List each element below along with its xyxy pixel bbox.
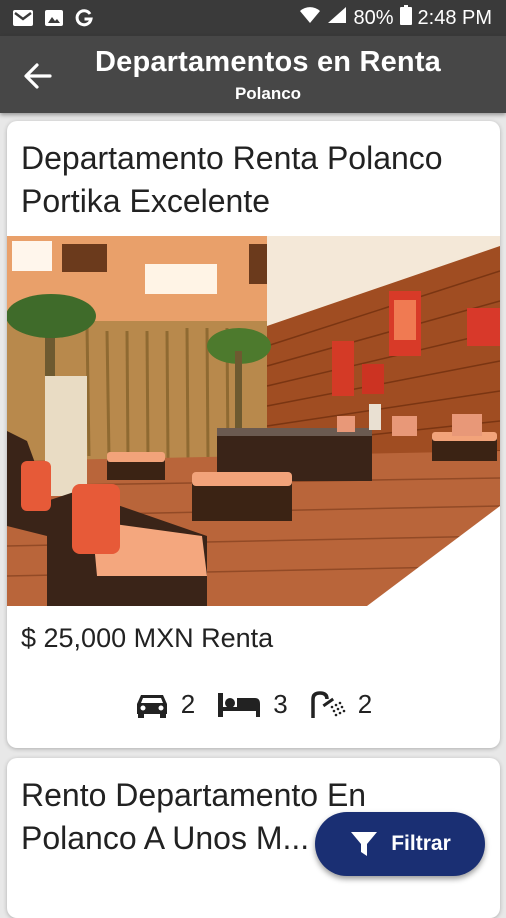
listing-photo — [7, 236, 500, 606]
status-bar: 80% 2:48 PM — [0, 0, 506, 36]
car-icon — [136, 694, 167, 718]
listing-title: Departamento Renta Polanco Portika Excel… — [21, 140, 443, 219]
google-icon — [74, 8, 94, 28]
arrow-left-icon — [24, 63, 52, 89]
listing-price: $ 25,000 MXN Renta — [21, 623, 274, 653]
signal-icon — [327, 6, 347, 30]
filter-label: Filtrar — [391, 832, 451, 855]
battery-percent: 80% — [353, 6, 394, 29]
bedrooms-count: 3 — [273, 689, 288, 719]
shower-icon — [310, 690, 346, 718]
filter-button[interactable]: Filtrar — [315, 812, 485, 876]
wifi-icon — [299, 6, 321, 30]
filter-icon — [351, 832, 378, 856]
battery-icon — [399, 5, 412, 31]
bed-icon — [218, 692, 261, 717]
clock: 2:48 PM — [417, 6, 492, 29]
listing-card[interactable]: Departamento Renta Polanco Portika Excel… — [7, 121, 500, 748]
page-subtitle: Polanco — [234, 84, 302, 103]
app-bar: Departamentos en Renta Polanco — [0, 36, 506, 113]
parking-feature: 2 — [135, 689, 195, 720]
listing-features: 2 3 2 — [7, 689, 500, 720]
parking-count: 2 — [180, 689, 196, 719]
page-title: Departamentos en Renta — [94, 46, 442, 78]
bedrooms-feature: 3 — [217, 689, 288, 720]
bathrooms-feature: 2 — [310, 689, 372, 720]
bathrooms-count: 2 — [357, 689, 373, 719]
image-icon — [44, 9, 64, 27]
mail-icon — [12, 9, 34, 27]
back-button[interactable] — [22, 60, 54, 92]
